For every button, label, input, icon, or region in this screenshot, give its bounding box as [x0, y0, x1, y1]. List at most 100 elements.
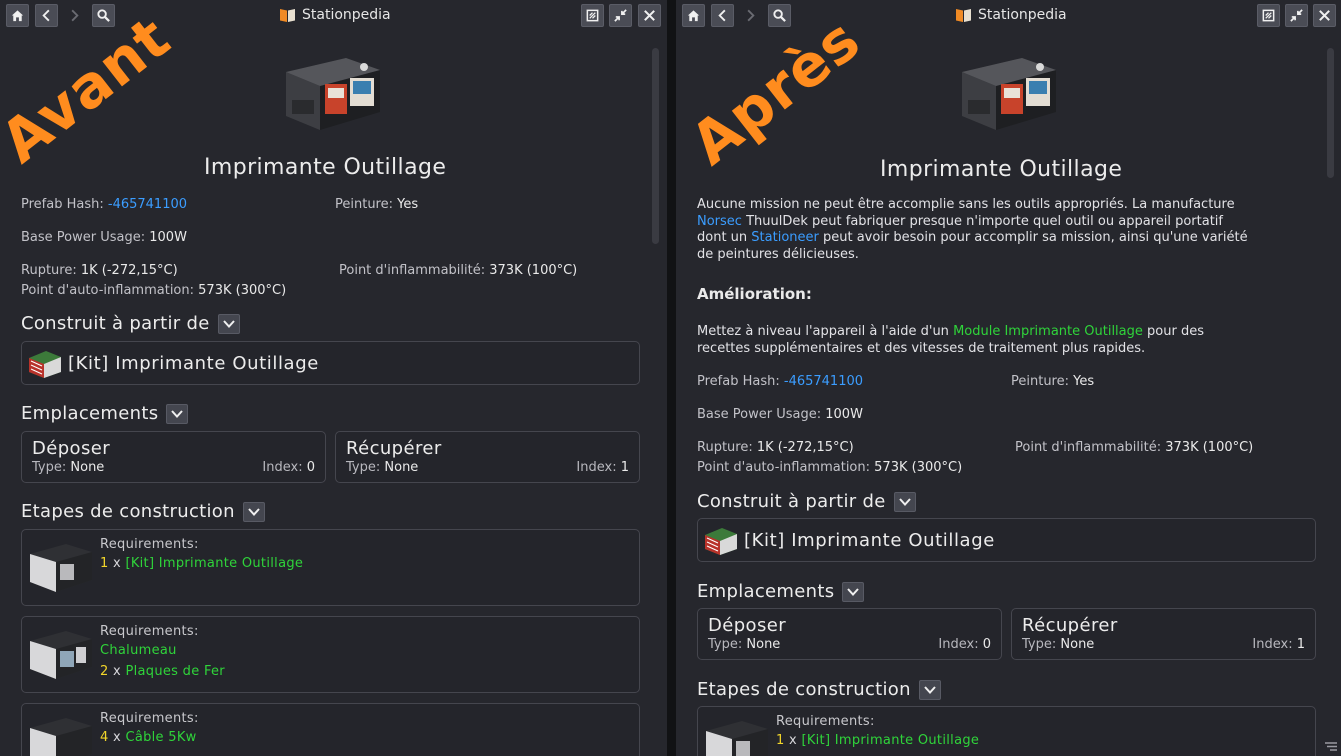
slot-index-label: Index: — [1252, 637, 1293, 652]
slot-index-label: Index: — [262, 460, 303, 475]
description-line: Norsec ThuulDek peut fabriquer presque n… — [697, 214, 1327, 231]
paint: Peinture: Yes — [1011, 374, 1094, 389]
requirement-line: 4 x Câble 5Kw — [100, 730, 197, 745]
note-button[interactable] — [581, 4, 604, 27]
slot-type: Type: None — [1022, 637, 1094, 652]
stationeer-link[interactable]: Stationeer — [751, 230, 819, 245]
scrollbar-thumb[interactable] — [652, 48, 659, 244]
collapse-button[interactable] — [609, 4, 632, 27]
upgrade-heading: Amélioration: — [697, 285, 812, 303]
window-titlebar: Stationpedia — [0, 0, 667, 32]
construction-step: Requirements: 4 x Câble 5Kw — [21, 703, 640, 756]
back-button[interactable] — [711, 4, 734, 27]
prefab-hash-value[interactable]: -465741100 — [784, 374, 863, 389]
slot-type-label: Type: — [1022, 637, 1057, 652]
slot-index-value: 1 — [620, 460, 629, 475]
forward-icon — [747, 9, 755, 22]
req-qty: 1 — [776, 733, 785, 748]
search-button[interactable] — [92, 4, 115, 27]
search-button[interactable] — [768, 4, 791, 27]
construction-step: Requirements: 1 x [Kit] Imprimante Outil… — [21, 529, 640, 606]
scrollbar-thumb[interactable] — [1327, 48, 1334, 178]
built-from-section: Construit à partir de — [697, 491, 916, 512]
slot-type-value: None — [384, 460, 419, 475]
book-icon — [956, 9, 971, 22]
slots-heading: Emplacements — [697, 581, 835, 602]
home-button[interactable] — [6, 4, 29, 27]
slot-type: Type: None — [708, 637, 780, 652]
collapse-icon — [614, 9, 627, 22]
close-icon — [1319, 10, 1330, 21]
requirements-label: Requirements: — [100, 711, 199, 726]
norsec-link[interactable]: Norsec — [697, 214, 742, 229]
paint-label: Peinture: — [335, 197, 393, 212]
tool-printer-image — [286, 58, 380, 130]
upgrade-module-link[interactable]: Module Imprimante Outillage — [953, 324, 1143, 339]
slot-name: Déposer — [708, 615, 787, 636]
back-button[interactable] — [35, 4, 58, 27]
chevron-down-icon — [924, 685, 936, 694]
req-item-link[interactable]: [Kit] Imprimante Outillage — [125, 556, 303, 571]
req-item-link[interactable]: Câble 5Kw — [125, 730, 196, 745]
construction-section: Etapes de construction — [21, 501, 265, 522]
chevron-down-icon — [248, 507, 260, 516]
page-title: Imprimante Outillage — [204, 155, 447, 180]
panel-right-stationpedia: Stationpedia Après Imprimante Outillage … — [676, 0, 1341, 756]
forward-button[interactable] — [63, 4, 86, 27]
built-from-section: Construit à partir de — [21, 313, 240, 334]
slot-card: Déposer Type: None Index: 0 — [21, 431, 326, 483]
prefab-hash-label: Prefab Hash: — [697, 374, 780, 389]
tool-printer-image — [962, 58, 1056, 130]
description-line: Aucune mission ne peut être accomplie sa… — [697, 197, 1235, 212]
slot-type-label: Type: — [346, 460, 381, 475]
panel-left-stationpedia: Stationpedia Avant Imprimante Outillage … — [0, 0, 667, 756]
autoign-value: 573K (300°C) — [874, 460, 963, 475]
back-icon — [718, 9, 726, 22]
slot-index: Index: 0 — [262, 460, 315, 475]
requirements-label: Requirements: — [776, 714, 875, 729]
forward-button[interactable] — [739, 4, 762, 27]
resize-grip-icon[interactable] — [1323, 740, 1339, 752]
slot-type-label: Type: — [32, 460, 67, 475]
frame-stage-image — [706, 721, 768, 756]
kit-link-card[interactable]: [Kit] Imprimante Outillage — [697, 518, 1316, 562]
note-button[interactable] — [1257, 4, 1280, 27]
description-text: ThuulDek peut fabriquer presque n'import… — [741, 213, 1223, 229]
slot-name: Déposer — [32, 438, 111, 459]
requirements-label: Requirements: — [100, 537, 199, 552]
window-title: Stationpedia — [955, 7, 1067, 23]
construction-toggle[interactable] — [242, 501, 265, 522]
req-item-link[interactable]: [Kit] Imprimante Outillage — [801, 733, 979, 748]
home-icon — [687, 10, 700, 22]
collapse-button[interactable] — [1285, 4, 1308, 27]
slots-toggle[interactable] — [166, 403, 189, 424]
chevron-down-icon — [898, 497, 911, 506]
slot-name: Récupérer — [1022, 615, 1118, 636]
description-line: de peintures délicieuses. — [697, 246, 859, 262]
req-item-link[interactable]: Plaques de Fer — [125, 664, 225, 679]
built-from-toggle[interactable] — [893, 491, 916, 512]
item-description: Aucune mission ne peut être accomplie sa… — [697, 197, 1327, 263]
slots-heading: Emplacements — [21, 403, 159, 424]
construction-toggle[interactable] — [918, 679, 941, 700]
close-button[interactable] — [1313, 4, 1336, 27]
construction-step: Requirements: Chalumeau 2 x Plaques de F… — [21, 616, 640, 693]
window-title: Stationpedia — [279, 7, 391, 23]
slots-toggle[interactable] — [842, 581, 865, 602]
frame-stage-image — [30, 718, 92, 756]
prefab-hash-value[interactable]: -465741100 — [108, 197, 187, 212]
close-button[interactable] — [638, 4, 661, 27]
chevron-down-icon — [222, 319, 235, 328]
frame-stage-image — [30, 631, 92, 679]
rupture-value: 1K (-272,15°C) — [756, 440, 854, 455]
built-from-toggle[interactable] — [217, 313, 240, 334]
home-button[interactable] — [682, 4, 705, 27]
flash-value: 373K (100°C) — [489, 263, 578, 278]
req-times: x — [113, 664, 122, 679]
power-usage: Base Power Usage: 100W — [21, 230, 187, 245]
kit-link-card[interactable]: [Kit] Imprimante Outillage — [21, 341, 640, 385]
home-icon — [11, 10, 24, 22]
req-tool-link[interactable]: Chalumeau — [100, 643, 177, 658]
requirements-label: Requirements: — [100, 624, 199, 639]
autoign-value: 573K (300°C) — [198, 283, 287, 298]
